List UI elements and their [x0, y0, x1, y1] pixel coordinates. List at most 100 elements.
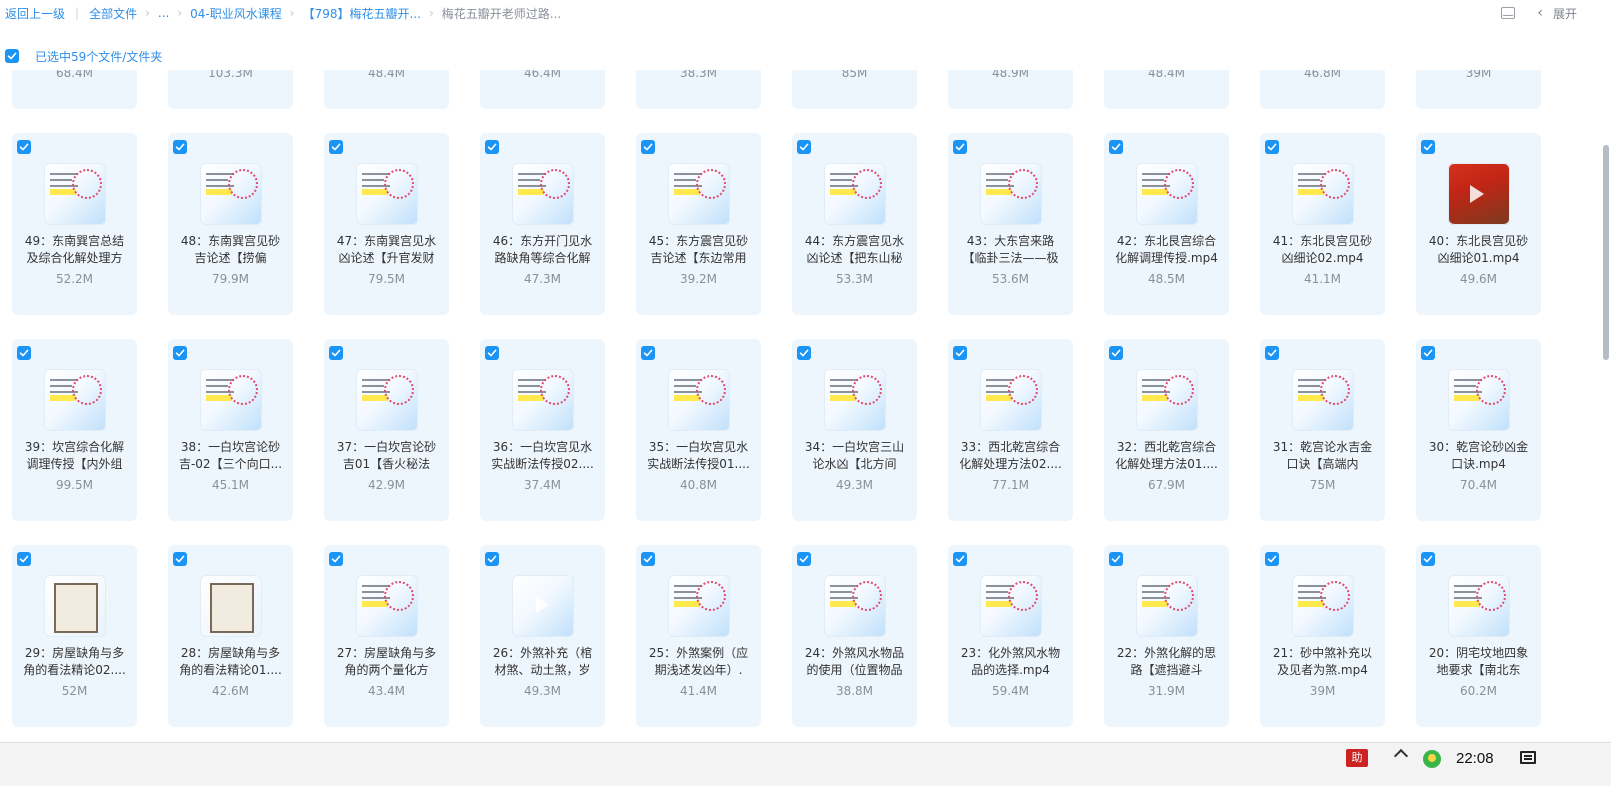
file-card[interactable]: 31：乾宫论水吉金口诀【高端内 75M — [1260, 339, 1385, 521]
file-name[interactable]: 31：乾宫论水吉金口诀【高端内 — [1268, 439, 1377, 473]
file-checkbox[interactable] — [329, 140, 343, 154]
video-thumbnail[interactable] — [668, 163, 730, 225]
file-checkbox[interactable] — [485, 552, 499, 566]
video-thumbnail[interactable] — [44, 369, 106, 431]
video-thumbnail[interactable] — [512, 575, 574, 637]
clock[interactable]: 22:08 — [1456, 750, 1494, 767]
video-thumbnail[interactable] — [200, 369, 262, 431]
file-checkbox[interactable] — [485, 140, 499, 154]
file-card[interactable]: 22：外煞化解的思路【遮挡避斗 31.9M — [1104, 545, 1229, 727]
file-card[interactable]: 39：坎宫综合化解调理传授【内外组 99.5M — [12, 339, 137, 521]
video-thumbnail[interactable] — [668, 575, 730, 637]
file-card[interactable]: 【更新完结】.mp468.4M — [12, 70, 137, 109]
file-card[interactable]: 47：东南巽宫见水凶论述【升官发财 79.5M — [324, 133, 449, 315]
video-thumbnail[interactable] — [200, 163, 262, 225]
network-status-icon[interactable] — [1423, 750, 1441, 768]
video-thumbnail[interactable] — [980, 575, 1042, 637]
file-checkbox[interactable] — [641, 140, 655, 154]
file-name[interactable]: 21：砂中煞补充以及见者为煞.mp4 — [1268, 645, 1377, 679]
file-name[interactable]: 24：外煞风水物品的使用（位置物品 — [800, 645, 909, 679]
file-checkbox[interactable] — [797, 552, 811, 566]
breadcrumb-item-all-files[interactable]: 全部文件 — [89, 5, 137, 22]
file-card[interactable]: 化解处理【運上流85M — [792, 70, 917, 109]
file-card[interactable]: 38：一白坎宫论砂吉-02【三个向口... 45.1M — [168, 339, 293, 521]
file-card[interactable]: 29：房屋缺角与多角的看法精论02.... 52M — [12, 545, 137, 727]
file-checkbox[interactable] — [797, 140, 811, 154]
file-checkbox[interactable] — [17, 346, 31, 360]
file-name[interactable]: 46：东方开门见水路缺角等综合化解 — [488, 233, 597, 267]
file-name[interactable]: 27：房屋缺角与多角的两个量化方 — [332, 645, 441, 679]
file-checkbox[interactable] — [1265, 140, 1279, 154]
breadcrumb-item-ellipsis[interactable]: ... — [158, 6, 169, 20]
select-all-checkbox[interactable] — [5, 49, 19, 63]
file-checkbox[interactable] — [1265, 552, 1279, 566]
file-checkbox[interactable] — [641, 552, 655, 566]
file-name[interactable]: 43：大东宫来路【临卦三法——极 — [956, 233, 1065, 267]
video-thumbnail[interactable] — [980, 163, 1042, 225]
file-card[interactable]: 23：化外煞风水物品的选择.mp4 59.4M — [948, 545, 1073, 727]
file-card[interactable]: 40：东北艮宫见砂凶细论01.mp4 49.6M — [1416, 133, 1541, 315]
file-name[interactable]: 33：西北乾宫综合化解处理方法02.... — [956, 439, 1065, 473]
video-thumbnail[interactable] — [1292, 575, 1354, 637]
file-name[interactable]: 32：西北乾宫综合化解处理方法01.... — [1112, 439, 1221, 473]
file-card[interactable]: 凶论述【北水南火39M — [1416, 70, 1541, 109]
file-checkbox[interactable] — [1109, 346, 1123, 360]
file-card[interactable]: 48：东南巽宫见砂吉论述【捞偏 79.9M — [168, 133, 293, 315]
file-card[interactable]: 41：东北艮宫见砂凶细论02.mp4 41.1M — [1260, 133, 1385, 315]
file-name[interactable]: 48：东南巽宫见砂吉论述【捞偏 — [176, 233, 285, 267]
file-checkbox[interactable] — [173, 140, 187, 154]
video-thumbnail[interactable] — [1136, 163, 1198, 225]
video-thumbnail[interactable] — [512, 369, 574, 431]
video-thumbnail[interactable] — [1448, 163, 1510, 225]
video-thumbnail[interactable] — [44, 163, 106, 225]
video-thumbnail[interactable] — [824, 575, 886, 637]
file-card[interactable]: 吉细论【持家、大48.9M — [948, 70, 1073, 109]
vertical-scrollbar[interactable] — [1603, 145, 1609, 360]
file-name[interactable]: 28：房屋缺角与多角的看法精论01.... — [176, 645, 285, 679]
file-name[interactable]: 49：东南巽宫总结及综合化解处理方 — [20, 233, 129, 267]
file-card[interactable]: 基础补充.mp438.3M — [636, 70, 761, 109]
file-card[interactable]: 28：房屋缺角与多角的看法精论01.... 42.6M — [168, 545, 293, 727]
file-name[interactable]: 42：东北艮宫综合化解调理传授.mp4 — [1112, 233, 1221, 267]
file-checkbox[interactable] — [17, 552, 31, 566]
file-name[interactable]: 39：坎宫综合化解调理传授【内外组 — [20, 439, 129, 473]
file-checkbox[interactable] — [329, 346, 343, 360]
video-thumbnail[interactable] — [356, 575, 418, 637]
file-card[interactable]: 44：东方震宫见水凶论述【把东山秘 53.3M — [792, 133, 917, 315]
file-name[interactable]: 45：东方震宫见砂吉论述【东边常用 — [644, 233, 753, 267]
file-name[interactable]: 35：一白坎宫见水实战断法传授01.... — [644, 439, 753, 473]
file-card[interactable]: 32：西北乾宫综合化解处理方法01.... 67.9M — [1104, 339, 1229, 521]
file-checkbox[interactable] — [953, 346, 967, 360]
video-thumbnail[interactable] — [824, 369, 886, 431]
file-checkbox[interactable] — [1109, 552, 1123, 566]
file-name[interactable]: 29：房屋缺角与多角的看法精论02.... — [20, 645, 129, 679]
video-thumbnail[interactable] — [980, 369, 1042, 431]
file-name[interactable]: 25：外煞案例（应期浅述发凶年）. — [644, 645, 753, 679]
file-card[interactable]: 20：阴宅坟地四象地要求【南北东 60.2M — [1416, 545, 1541, 727]
video-thumbnail[interactable] — [668, 369, 730, 431]
file-card[interactable]: 30：乾宫论砂凶金口诀.mp4 70.4M — [1416, 339, 1541, 521]
file-name[interactable]: 41：东北艮宫见砂凶细论02.mp4 — [1268, 233, 1377, 267]
file-card[interactable]: 凶细论【白虎煞破46.4M — [480, 70, 605, 109]
file-card[interactable]: 27：房屋缺角与多角的两个量化方 43.4M — [324, 545, 449, 727]
layout-toggle-icon[interactable] — [1501, 7, 1516, 19]
file-checkbox[interactable] — [17, 140, 31, 154]
file-card[interactable]: 34：一白坎宫三山论水凶【北方间 49.3M — [792, 339, 917, 521]
back-link[interactable]: 返回上一级 — [5, 5, 65, 22]
video-thumbnail[interactable] — [1292, 163, 1354, 225]
tray-overflow-icon[interactable] — [1393, 748, 1409, 764]
file-checkbox[interactable] — [641, 346, 655, 360]
video-thumbnail[interactable] — [356, 163, 418, 225]
file-card[interactable]: 24：外煞风水物品的使用（位置物品 38.8M — [792, 545, 917, 727]
video-thumbnail[interactable] — [200, 575, 262, 637]
file-card[interactable]: 37：一白坎宫论砂吉01【香火秘法 42.9M — [324, 339, 449, 521]
file-card[interactable]: 33：西北乾宫综合化解处理方法02.... 77.1M — [948, 339, 1073, 521]
expand-button[interactable]: ‹ 展开 — [1537, 5, 1577, 22]
file-name[interactable]: 37：一白坎宫论砂吉01【香火秘法 — [332, 439, 441, 473]
video-thumbnail[interactable] — [1448, 369, 1510, 431]
tray-app-icon[interactable]: 助 — [1346, 749, 1368, 767]
file-checkbox[interactable] — [953, 552, 967, 566]
file-name[interactable]: 47：东南巽宫见水凶论述【升官发财 — [332, 233, 441, 267]
file-name[interactable]: 38：一白坎宫论砂吉-02【三个向口... — [176, 439, 285, 473]
file-name[interactable]: 36：一白坎宫见水实战断法传授02.... — [488, 439, 597, 473]
